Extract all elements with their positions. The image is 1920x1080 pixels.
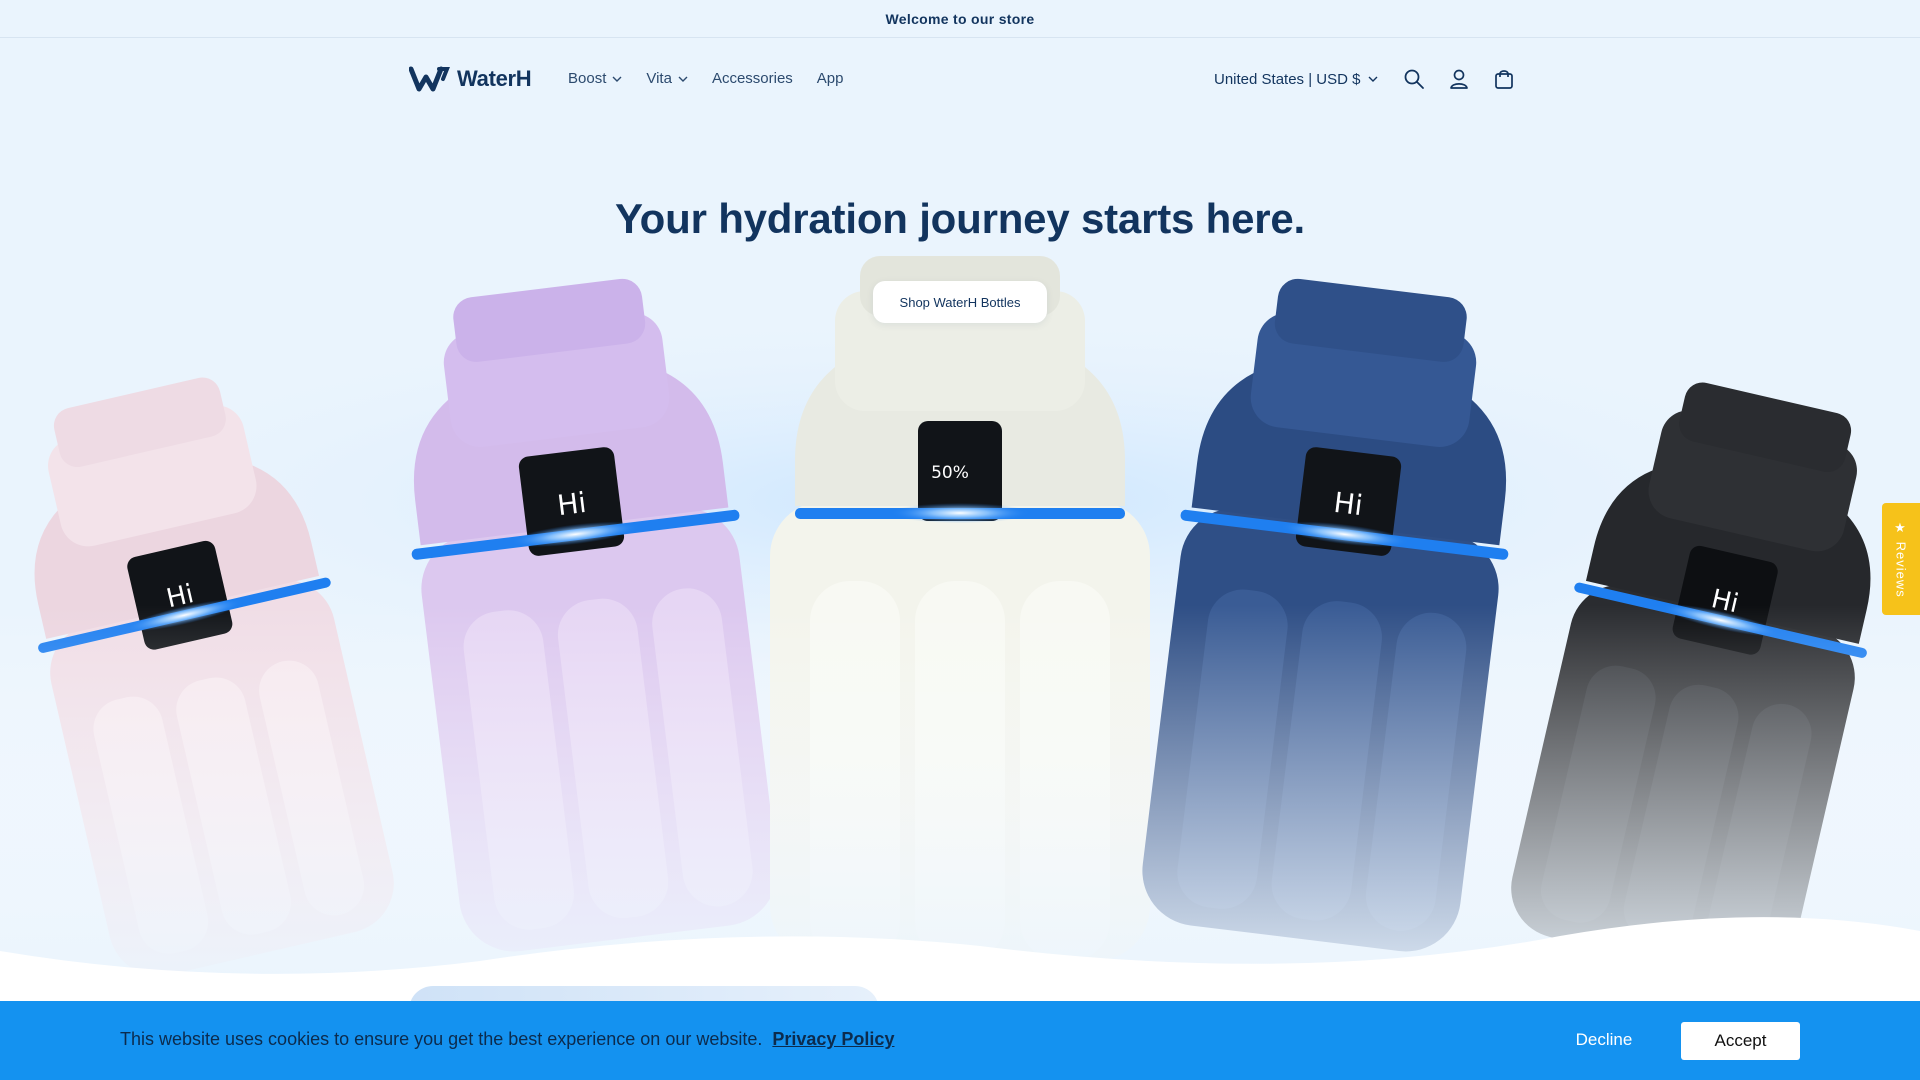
hero-title: Your hydration journey starts here. xyxy=(614,195,1306,242)
nav-item-label: Boost xyxy=(568,70,607,87)
logo[interactable]: WaterH xyxy=(409,65,532,93)
shop-bottles-button[interactable]: Shop WaterH Bottles xyxy=(873,281,1047,323)
nav-item-accessories[interactable]: Accessories xyxy=(712,70,793,87)
cart-button[interactable] xyxy=(1491,66,1517,92)
wave-divider xyxy=(0,917,1920,1001)
announcement-text: Welcome to our store xyxy=(885,10,1035,27)
account-button[interactable] xyxy=(1446,66,1472,92)
nav-item-label: Accessories xyxy=(711,70,793,87)
cookie-message: This website uses cookies to ensure you … xyxy=(120,1029,894,1050)
nav-item-app[interactable]: App xyxy=(817,70,844,87)
announcement-bar: Welcome to our store xyxy=(0,0,1920,38)
nav-item-vita[interactable]: Vita xyxy=(646,70,688,87)
chevron-down-icon xyxy=(612,76,622,82)
cart-icon xyxy=(1495,70,1514,89)
nav-item-label: App xyxy=(816,70,844,87)
nav-item-label: Vita xyxy=(646,70,672,87)
locale-label: United States | USD $ xyxy=(1214,70,1361,88)
chevron-down-icon xyxy=(678,76,688,82)
cookie-text: This website uses cookies to ensure you … xyxy=(120,1029,763,1049)
account-icon xyxy=(1450,69,1469,89)
reviews-tab[interactable]: ★ Reviews xyxy=(1882,503,1920,615)
header-actions: United States | USD $ xyxy=(1214,66,1517,92)
locale-selector[interactable]: United States | USD $ xyxy=(1214,71,1378,88)
bottles-illustration: Hi Hi 50% xyxy=(0,121,1920,1001)
reviews-tab-label: ★ Reviews xyxy=(1893,520,1909,598)
search-icon xyxy=(1405,69,1425,89)
search-button[interactable] xyxy=(1401,66,1427,92)
cookie-banner: This website uses cookies to ensure you … xyxy=(0,1001,1920,1080)
accept-button[interactable]: Accept xyxy=(1681,1022,1800,1060)
decline-button[interactable]: Decline xyxy=(1544,1021,1664,1059)
hero-section: Hi Hi 50% xyxy=(0,121,1920,1001)
logo-text: WaterH xyxy=(457,66,532,91)
chevron-down-icon xyxy=(1368,76,1378,82)
content-card-peek xyxy=(409,986,879,1001)
waterh-logo-icon xyxy=(409,66,450,92)
main-nav: Boost Vita Accessories App xyxy=(568,70,844,87)
site-header: WaterH Boost Vita Accessories App United… xyxy=(0,39,1920,121)
privacy-policy-link[interactable]: Privacy Policy xyxy=(772,1029,894,1050)
nav-item-boost[interactable]: Boost xyxy=(568,70,622,87)
